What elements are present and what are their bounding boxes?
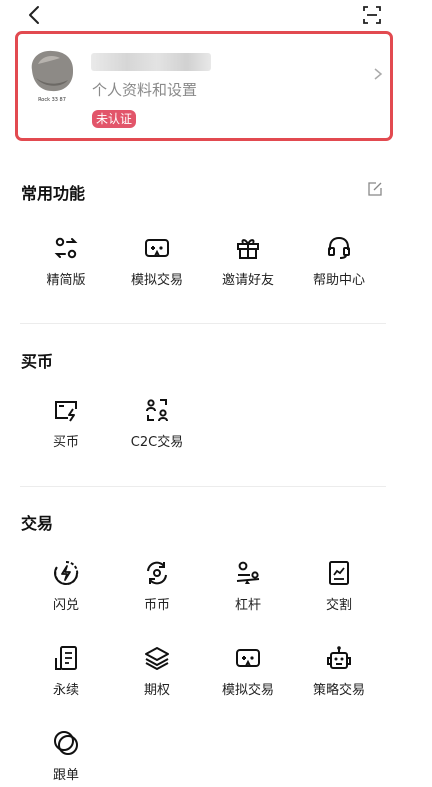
feature-flash-swap[interactable]: 闪兑	[21, 560, 111, 613]
feature-demo-trading-2[interactable]: 模拟交易	[203, 645, 293, 698]
feature-buy-crypto[interactable]: 买币	[21, 397, 111, 450]
feature-perpetual[interactable]: 永续	[21, 645, 111, 698]
feature-copy-trading[interactable]: 跟单	[21, 730, 111, 783]
feature-demo-trading[interactable]: 模拟交易	[112, 235, 202, 288]
feature-delivery-futures[interactable]: 交割	[294, 560, 384, 613]
robot-icon	[327, 646, 351, 669]
feature-c2c-trading[interactable]: C2C交易	[112, 397, 202, 450]
edit-icon[interactable]	[367, 181, 383, 197]
feature-label: 期权	[143, 683, 170, 698]
feature-label: 策略交易	[312, 683, 365, 698]
masked-username	[91, 53, 211, 71]
feature-label: 跟单	[52, 768, 79, 783]
feature-label: 闪兑	[52, 598, 79, 613]
flash-swap-icon	[54, 560, 79, 585]
feature-label: 帮助中心	[312, 273, 365, 288]
copy-trade-icon	[54, 731, 78, 755]
feature-label: 邀请好友	[221, 273, 274, 288]
feature-label: 精简版	[46, 273, 86, 288]
feature-label: 买币	[52, 435, 79, 450]
feature-label: 交割	[325, 598, 352, 613]
section-title-trading: 交易	[21, 514, 54, 533]
section-title-buy-crypto: 买币	[21, 352, 54, 371]
c2c-icon	[146, 399, 168, 422]
chevron-right-icon	[374, 68, 383, 80]
avatar-caption: Rock 33 87	[38, 97, 66, 103]
coin-exchange-icon	[147, 561, 167, 585]
feature-leverage[interactable]: 杠杆	[203, 560, 293, 613]
top-bar	[0, 0, 432, 30]
feature-label: 模拟交易	[130, 273, 183, 288]
profile-settings-label: 个人资料和设置	[92, 81, 198, 99]
avatar	[31, 50, 74, 92]
scan-icon[interactable]	[360, 3, 384, 27]
feature-spot-trading[interactable]: 币币	[112, 560, 202, 613]
divider	[20, 323, 386, 324]
feature-strategy-trading[interactable]: 策略交易	[294, 645, 384, 698]
profile-card[interactable]: Rock 33 87 个人资料和设置 未认证	[15, 31, 393, 141]
section-title-common: 常用功能	[21, 184, 86, 203]
feature-invite-friends[interactable]: 邀请好友	[203, 235, 293, 288]
delivery-icon	[329, 561, 349, 585]
feature-label: 杠杆	[234, 598, 261, 613]
feature-label: C2C交易	[130, 435, 184, 450]
game-controller-icon	[145, 239, 169, 257]
feature-options[interactable]: 期权	[112, 645, 202, 698]
switch-lite-icon	[54, 237, 78, 259]
divider	[20, 486, 386, 487]
headset-icon	[328, 236, 350, 259]
game-controller-icon	[236, 649, 260, 667]
verification-status-badge: 未认证	[92, 110, 137, 128]
buy-coin-icon	[55, 401, 77, 422]
back-arrow-icon[interactable]	[24, 4, 46, 26]
feature-label: 币币	[143, 598, 170, 613]
feature-help-center[interactable]: 帮助中心	[294, 235, 384, 288]
feature-label: 模拟交易	[221, 683, 274, 698]
feature-label: 永续	[52, 683, 79, 698]
perpetual-icon	[55, 646, 77, 670]
leverage-icon	[236, 561, 260, 584]
options-layers-icon	[145, 647, 169, 670]
gift-icon	[237, 239, 259, 259]
feature-lite-version[interactable]: 精简版	[21, 235, 111, 288]
